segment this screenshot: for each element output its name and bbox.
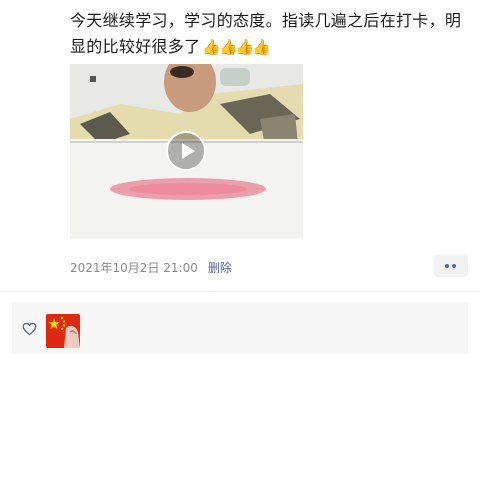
post-text: 今天继续学习，学习的态度。指读几遍之后在打卡，明显的比较好很多了 👍👍👍👍 [70,8,470,60]
more-options-button[interactable] [434,255,468,277]
divider [0,291,480,292]
heart-outline-icon [22,322,37,336]
delete-link[interactable]: 删除 [208,261,232,275]
more-dot-icon [452,264,456,268]
play-icon[interactable] [166,131,206,171]
likes-panel [12,302,468,354]
post-timestamp: 2021年10月2日 21:00 [70,261,198,275]
liker-avatar[interactable] [46,314,80,348]
video-thumbnail[interactable] [70,64,303,239]
more-dot-icon [445,264,449,268]
post-meta: 2021年10月2日 21:00 删除 [70,259,232,277]
flag-avatar-icon [46,314,80,348]
thumbs-up-icon: 👍👍👍👍 [202,38,271,56]
